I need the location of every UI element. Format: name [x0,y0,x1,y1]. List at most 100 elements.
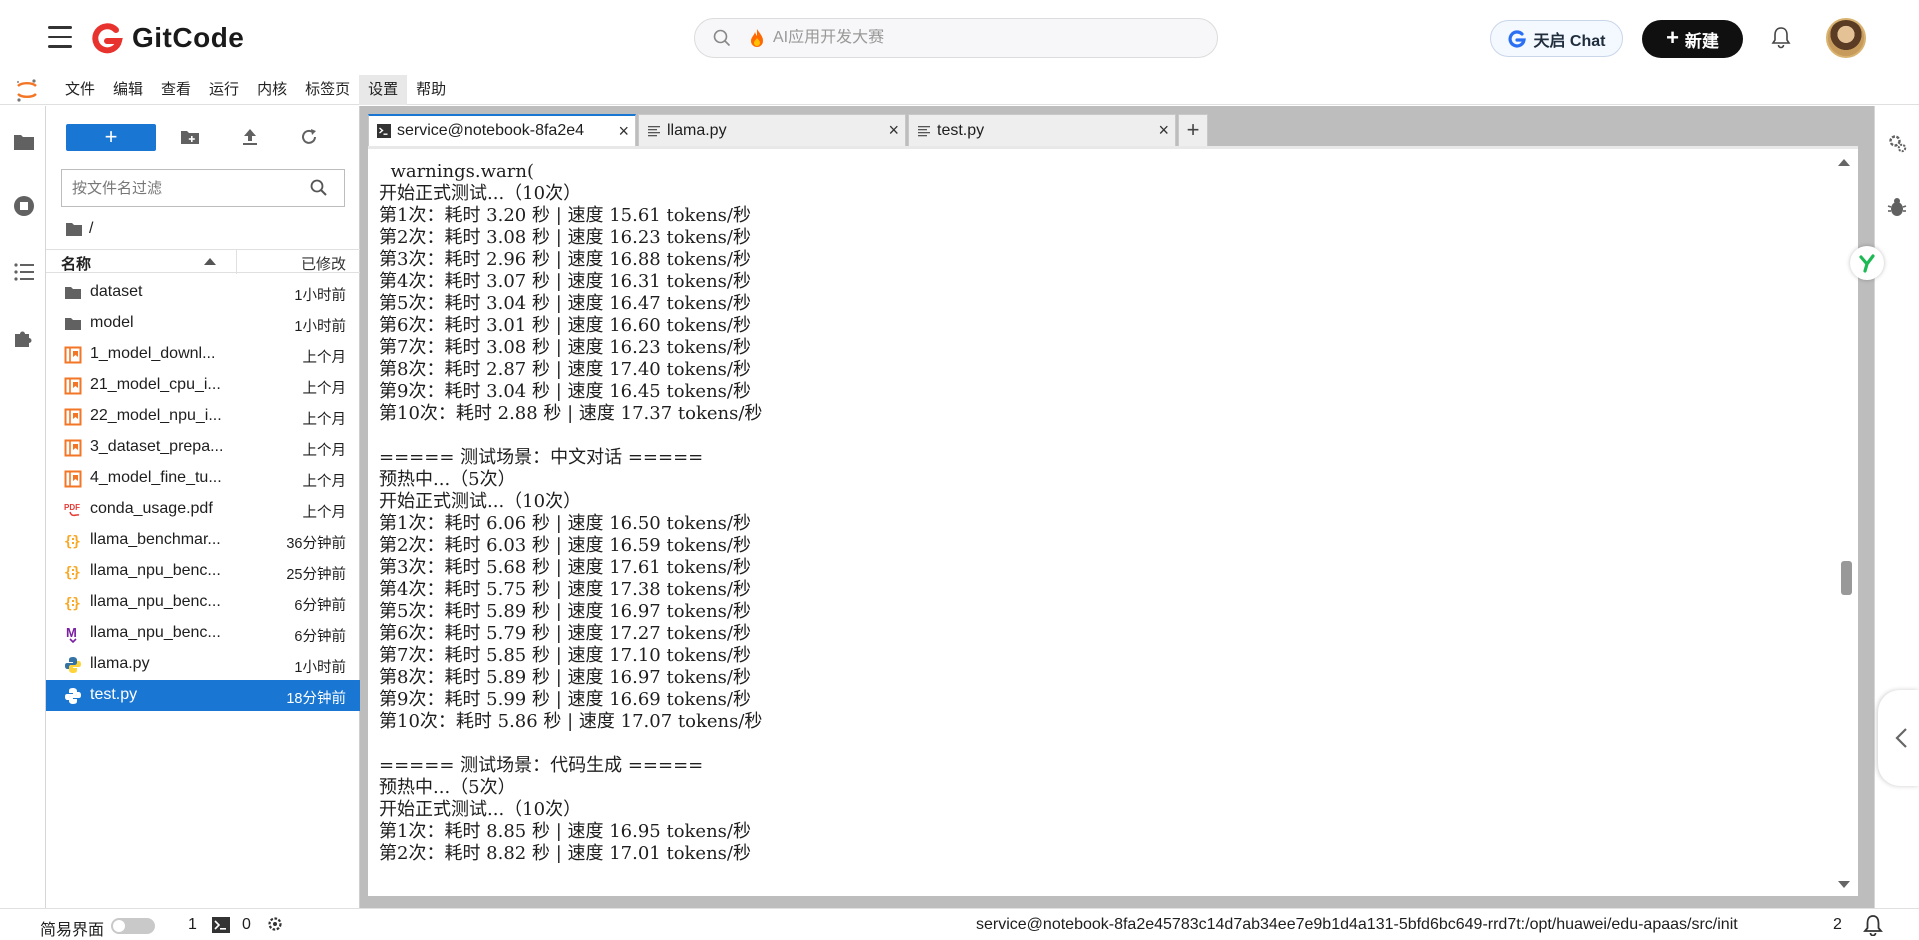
tab-llama-py[interactable]: llama.py × [638,114,906,146]
file-modified: 上个月 [302,443,347,459]
add-tab-button[interactable]: + [1178,114,1208,146]
file-row[interactable]: 1_model_downl... 上个月 [46,339,360,370]
brand-name: GitCode [132,22,245,53]
terminal-icon[interactable] [212,916,230,934]
terminal-line: 预热中...（5次） [379,777,516,798]
global-search-box[interactable] [694,18,1218,58]
file-modified: 25分钟前 [286,567,346,583]
notification-count: 2 [1833,916,1842,933]
file-row[interactable]: 22_model_npu_i... 上个月 [46,401,360,432]
file-modified: 上个月 [302,474,347,490]
fire-icon [751,29,763,47]
gitcode-logo-icon [92,23,123,54]
python-icon [64,687,82,705]
simple-mode-toggle[interactable] [111,918,155,934]
close-icon[interactable]: × [618,121,629,142]
search-icon [310,179,327,196]
hamburger-menu-icon[interactable] [48,26,72,48]
ai-assistant-icon[interactable] [1850,246,1884,280]
notification-bell-icon[interactable] [1770,25,1792,49]
file-browser-panel: + / 名称 已修改 dataset 1小时前 model 1小时前 1_model_d… [46,106,360,908]
terminal-output[interactable]: warnings.warn(开始正式测试...（10次） 第1次：耗时 3.20 … [368,146,1858,896]
scroll-down-arrow-icon[interactable] [1838,881,1850,888]
file-row[interactable]: 21_model_cpu_i... 上个月 [46,370,360,401]
column-modified-header[interactable]: 已修改 [301,253,346,274]
file-row[interactable]: 3_dataset_prepa... 上个月 [46,432,360,463]
kernel-count[interactable]: 1 [188,916,197,934]
svg-text:M: M [66,625,77,640]
notebook-icon [64,470,82,488]
file-row[interactable]: Mllama_npu_benc... 6分钟前 [46,618,360,649]
file-name: model [90,314,134,331]
user-avatar[interactable] [1826,18,1866,58]
markdown-icon: M [64,625,82,644]
file-name: conda_usage.pdf [90,500,213,517]
notification-bell-icon[interactable] [1862,914,1884,936]
text-file-icon [918,125,930,136]
close-icon[interactable]: × [888,120,899,141]
file-filter-input[interactable] [72,179,302,197]
terminal-line: 第1次：耗时 3.20 秒 | 速度 15.61 tokens/秒 [379,205,751,226]
kernel-status-gear-icon[interactable] [266,915,284,933]
notebook-icon [64,408,82,426]
file-row[interactable]: 4_model_fine_tu... 上个月 [46,463,360,494]
file-name: 21_model_cpu_i... [90,376,221,393]
file-row[interactable]: PDF conda_usage.pdf 上个月 [46,494,360,525]
upload-icon[interactable] [240,127,260,147]
file-row[interactable]: model 1小时前 [46,308,360,339]
debugger-bug-icon[interactable] [1886,196,1908,218]
scroll-up-arrow-icon[interactable] [1838,159,1850,166]
file-row[interactable]: {} llama_benchmar... 36分钟前 [46,525,360,556]
folder-icon[interactable] [65,221,83,237]
new-button[interactable]: + 新建 [1642,20,1743,58]
menu-view[interactable]: 查看 [152,75,200,105]
new-folder-icon[interactable] [180,127,200,147]
search-input[interactable] [773,29,1173,47]
gitcode-logo[interactable]: GitCode [90,18,244,58]
tab-test-py[interactable]: test.py × [908,114,1176,146]
terminal-line: 预热中...（5次） [379,469,516,490]
breadcrumb-root[interactable]: / [89,220,93,238]
menu-edit[interactable]: 编辑 [104,75,152,105]
file-name: llama_npu_benc... [90,562,221,579]
collapse-panel-button[interactable] [1878,690,1919,786]
close-icon[interactable]: × [1158,120,1169,141]
menu-file[interactable]: 文件 [56,75,104,105]
terminal-line: 第5次：耗时 5.89 秒 | 速度 16.97 tokens/秒 [379,601,751,622]
json-icon: {} [64,594,82,612]
refresh-icon[interactable] [299,127,319,147]
file-row[interactable]: llama.py 1小时前 [46,649,360,680]
file-modified: 6分钟前 [294,598,346,614]
file-row[interactable]: {} llama_npu_benc... 6分钟前 [46,587,360,618]
menu-kernel[interactable]: 内核 [248,75,296,105]
file-modified: 上个月 [302,350,347,366]
menu-run[interactable]: 运行 [200,75,248,105]
svg-text:PDF: PDF [64,503,80,512]
file-modified: 18分钟前 [286,691,346,707]
property-inspector-gear-icon[interactable] [1886,132,1908,154]
plus-icon: + [1666,25,1679,50]
menu-help[interactable]: 帮助 [407,75,455,105]
folder-icon[interactable] [12,130,36,154]
column-name-header[interactable]: 名称 [61,253,91,274]
terminal-line: ===== 测试场景：代码生成 ===== [379,755,704,776]
tianqi-chat-button[interactable]: 天启 Chat [1490,20,1623,57]
file-name: 22_model_npu_i... [90,407,222,424]
new-launcher-button[interactable]: + [66,124,156,151]
file-filter-box[interactable] [61,169,345,207]
file-row[interactable]: {} llama_npu_benc... 25分钟前 [46,556,360,587]
terminal-scrollbar-thumb[interactable] [1841,561,1852,595]
terminal-text: warnings.warn(开始正式测试...（10次） 第1次：耗时 3.20 … [379,161,762,865]
menu-tabs[interactable]: 标签页 [296,75,359,105]
file-row[interactable]: test.py 18分钟前 [46,680,360,711]
tab-terminal[interactable]: service@notebook-8fa2e4 × [368,114,636,146]
terminal-line: 第1次：耗时 6.06 秒 | 速度 16.50 tokens/秒 [379,513,751,534]
running-sessions-icon[interactable] [12,194,36,218]
extension-puzzle-icon[interactable] [12,326,36,350]
file-name: 1_model_downl... [90,345,216,362]
file-modified: 6分钟前 [294,629,346,645]
terminal-count[interactable]: 0 [242,916,251,934]
menu-settings[interactable]: 设置 [359,74,408,105]
file-row[interactable]: dataset 1小时前 [46,277,360,308]
table-of-contents-icon[interactable] [12,260,36,284]
